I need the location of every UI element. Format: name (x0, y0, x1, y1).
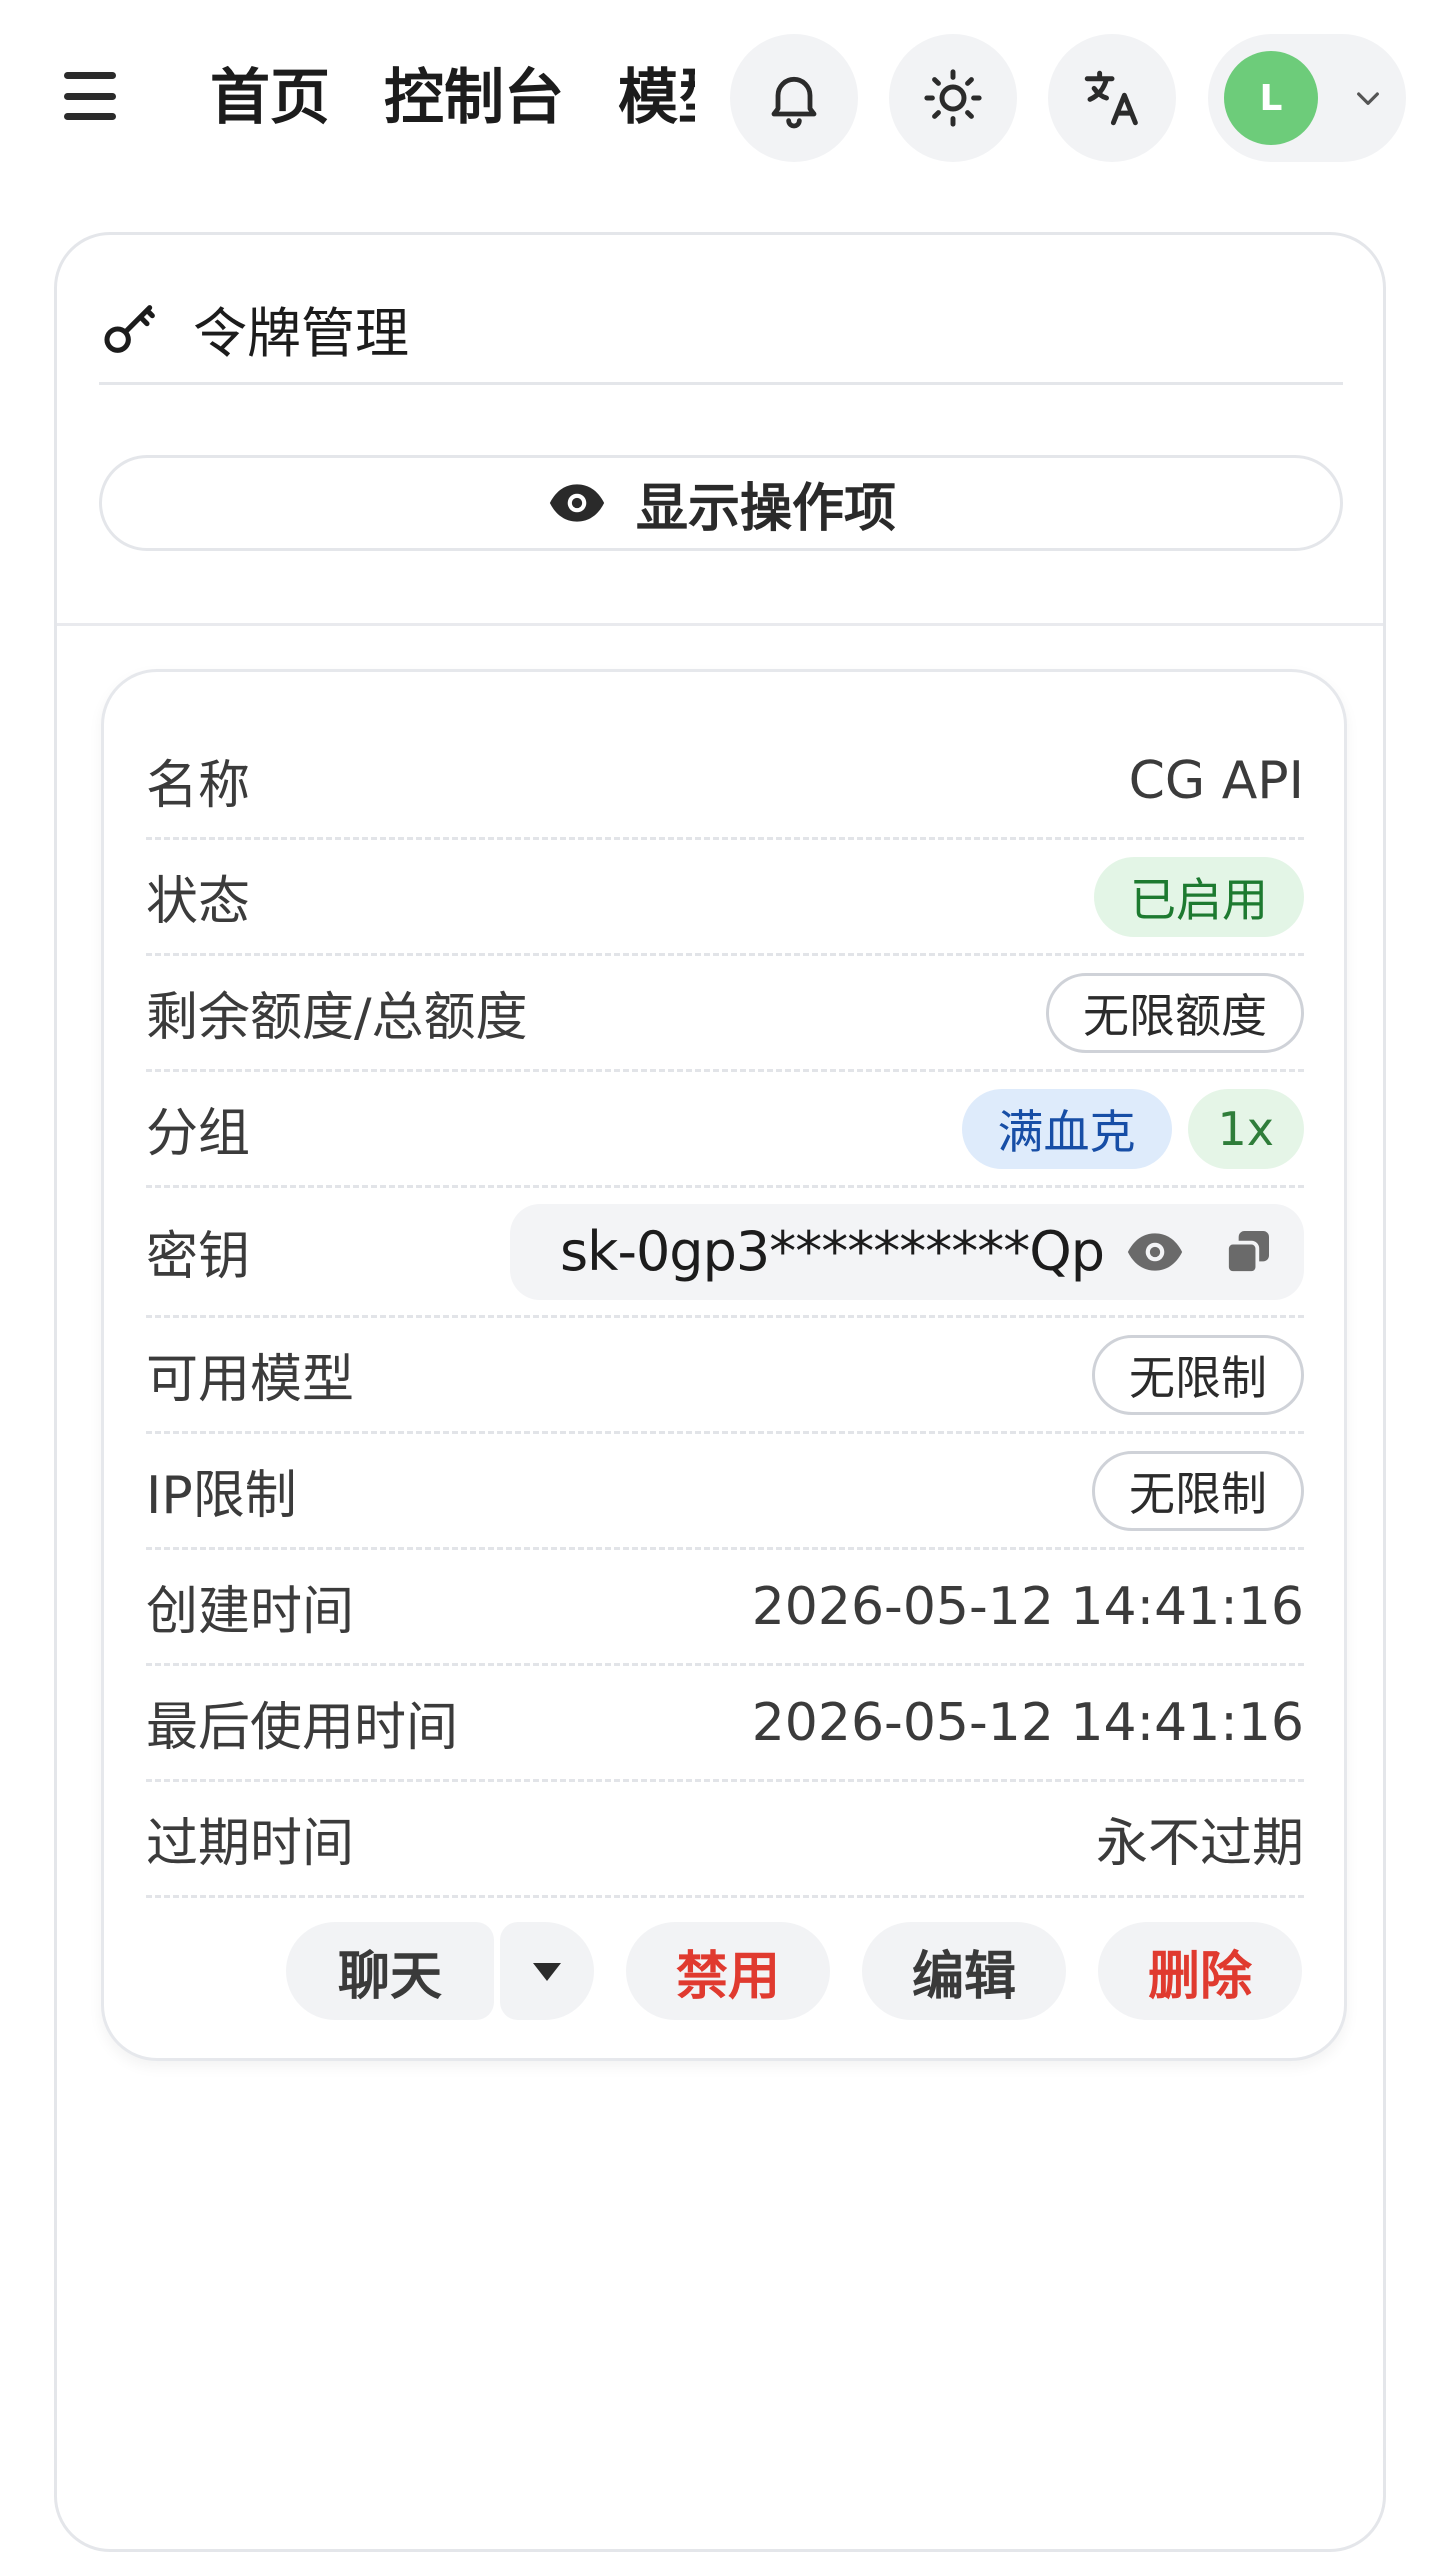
last-used-label: 最后使用时间 (146, 1698, 459, 1758)
delete-button[interactable]: 删除 (1097, 1922, 1302, 2020)
bell-icon (771, 76, 817, 129)
ip-badge: 无限制 (1092, 1450, 1304, 1531)
token-row-key: 密钥 sk-0gp3**********Qp (146, 1188, 1304, 1318)
key-icon (104, 304, 155, 353)
menu-icon[interactable] (60, 66, 120, 126)
sun-icon (924, 69, 982, 127)
notifications-button[interactable] (730, 34, 858, 162)
language-button[interactable] (1048, 34, 1176, 162)
nav-item-console[interactable]: 控制台 (384, 58, 564, 138)
translate-icon (1084, 70, 1138, 126)
nav-item-models[interactable]: 模型 (618, 58, 695, 138)
status-label: 状态 (146, 872, 251, 932)
group-label: 分组 (146, 1104, 251, 1164)
key-label: 密钥 (146, 1227, 251, 1287)
theme-toggle-button[interactable] (889, 34, 1017, 162)
key-field: sk-0gp3**********Qp (510, 1203, 1304, 1300)
ratio-badge: 1x (1187, 1088, 1304, 1169)
name-label: 名称 (146, 756, 251, 816)
token-actions: 聊天 禁用 编辑 删除 (285, 1922, 1302, 2020)
expire-label: 过期时间 (146, 1814, 355, 1874)
group-badge: 满血克 (961, 1088, 1172, 1169)
token-row-created: 创建时间 2026-05-12 14:41:16 (146, 1550, 1304, 1666)
copy-key-button[interactable] (1220, 1224, 1276, 1280)
user-menu-button[interactable]: L (1208, 34, 1406, 162)
models-label: 可用模型 (146, 1350, 355, 1410)
token-row-group: 分组 满血克 1x (146, 1072, 1304, 1188)
models-badge: 无限制 (1092, 1334, 1304, 1415)
token-row-quota: 剩余额度/总额度 无限额度 (146, 956, 1304, 1072)
panel-header: 令牌管理 (99, 275, 1343, 385)
quota-badge: 无限额度 (1046, 972, 1304, 1053)
status-badge: 已启用 (1094, 856, 1304, 937)
reveal-key-button[interactable] (1124, 1221, 1186, 1283)
page-title: 令牌管理 (193, 302, 409, 365)
created-label: 创建时间 (146, 1582, 355, 1642)
show-actions-label: 显示操作项 (635, 478, 896, 539)
copy-icon (1225, 1230, 1269, 1275)
nav-item-home[interactable]: 首页 (210, 58, 330, 138)
eye-icon (549, 484, 605, 522)
token-row-models: 可用模型 无限制 (146, 1318, 1304, 1434)
token-row-status: 状态 已启用 (146, 840, 1304, 956)
disable-button[interactable]: 禁用 (625, 1922, 830, 2020)
edit-button[interactable]: 编辑 (861, 1922, 1066, 2020)
ip-label: IP限制 (146, 1466, 297, 1526)
quota-label: 剩余额度/总额度 (146, 988, 528, 1048)
key-value: sk-0gp3**********Qp (560, 1220, 1105, 1283)
token-row-name: 名称 CG API (146, 724, 1304, 840)
eye-icon (1127, 1232, 1183, 1271)
chat-dropdown-button[interactable] (499, 1922, 594, 2020)
token-card: 名称 CG API 状态 已启用 剩余额度/总额度 无限额度 分组 满血克 1x… (101, 669, 1347, 2061)
chat-button[interactable]: 聊天 (285, 1922, 494, 2020)
chevron-down-icon (1357, 92, 1379, 105)
top-nav: 首页 控制台 模型 (210, 58, 695, 138)
caret-down-icon (532, 1963, 561, 1981)
token-row-last-used: 最后使用时间 2026-05-12 14:41:16 (146, 1666, 1304, 1782)
chat-split-button: 聊天 (285, 1922, 594, 2020)
token-row-ip: IP限制 无限制 (146, 1434, 1304, 1550)
created-value: 2026-05-12 14:41:16 (751, 1576, 1304, 1637)
show-actions-button[interactable]: 显示操作项 (99, 455, 1343, 551)
avatar: L (1224, 51, 1318, 145)
token-row-expire: 过期时间 永不过期 (146, 1782, 1304, 1898)
last-used-value: 2026-05-12 14:41:16 (751, 1692, 1304, 1753)
name-value: CG API (1128, 750, 1304, 811)
expire-value: 永不过期 (1095, 1814, 1304, 1874)
token-management-panel: 令牌管理 显示操作项 名称 CG API 状态 已启用 剩余额度/总额度 无限额… (54, 232, 1386, 2552)
top-bar: 首页 控制台 模型 L (0, 0, 1440, 196)
divider (57, 623, 1383, 626)
